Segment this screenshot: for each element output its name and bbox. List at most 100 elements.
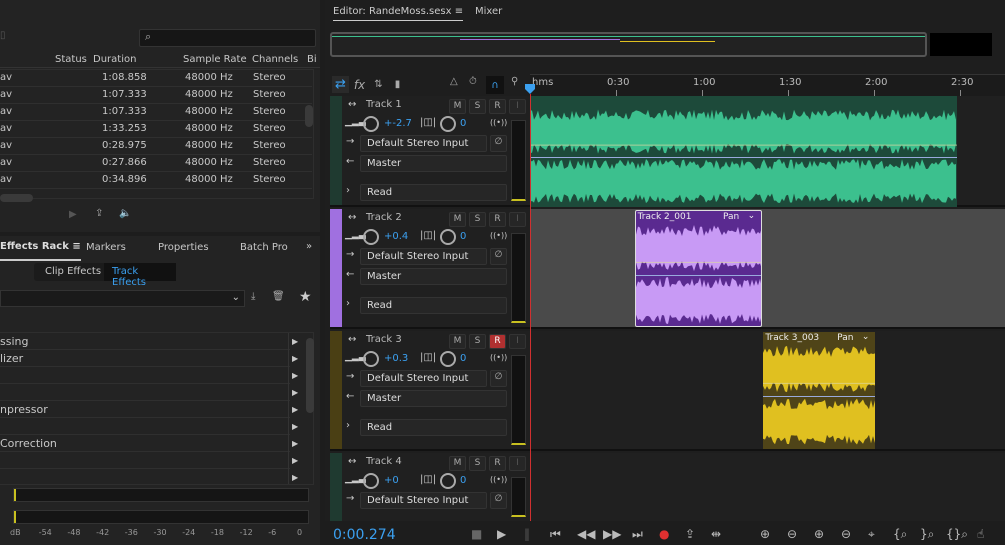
- track-lane[interactable]: [530, 453, 1005, 521]
- track-header[interactable]: ↔ Track 2 M S R I ▁▂▃ +0.4 |◫| 0 ((•)) →…: [330, 209, 530, 327]
- mute-button[interactable]: M: [449, 456, 466, 471]
- effect-slot[interactable]: ▶: [0, 367, 298, 384]
- automation-mode-select[interactable]: Read: [360, 419, 507, 436]
- track-lane[interactable]: [530, 209, 1005, 327]
- record-arm-button[interactable]: R: [489, 99, 506, 114]
- track-name[interactable]: Track 2: [366, 212, 402, 223]
- effect-slot[interactable]: lizer ▶: [0, 350, 298, 367]
- tab-mixer[interactable]: Mixer: [475, 6, 502, 17]
- record-icon[interactable]: ●: [659, 527, 669, 541]
- output-select[interactable]: Master: [360, 390, 507, 407]
- time-stretch-icon[interactable]: ⏱: [469, 76, 477, 87]
- go-to-start-icon[interactable]: ⏮: [550, 527, 561, 542]
- zoom-out-point-icon[interactable]: }⌕: [920, 527, 934, 542]
- zoom-track-icon[interactable]: ☝: [977, 527, 984, 541]
- effect-arrow-icon[interactable]: ▶: [288, 384, 298, 401]
- input-monitor-button[interactable]: I: [509, 99, 526, 114]
- track-drag-icon[interactable]: ↔: [348, 212, 356, 223]
- track-drag-icon[interactable]: ↔: [348, 99, 356, 110]
- metronome-icon[interactable]: △: [450, 76, 458, 87]
- expand-icon[interactable]: ›: [346, 420, 350, 431]
- record-arm-button[interactable]: R: [489, 212, 506, 227]
- snap-magnet-icon[interactable]: ∩: [486, 76, 504, 94]
- file-row[interactable]: av 1:07.333 48000 Hz Stereo: [0, 104, 312, 121]
- effect-arrow-icon[interactable]: ▶: [288, 367, 298, 384]
- clip-effects-button[interactable]: Clip Effects: [45, 266, 101, 277]
- mute-button[interactable]: M: [449, 212, 466, 227]
- volume-value[interactable]: +0.4: [384, 231, 408, 242]
- input-monitor-button[interactable]: I: [509, 212, 526, 227]
- file-row[interactable]: av 0:28.975 48000 Hz Stereo: [0, 138, 312, 155]
- tab-markers[interactable]: Markers: [86, 242, 126, 253]
- time-display[interactable]: 0:00.274: [333, 527, 396, 543]
- effect-arrow-icon[interactable]: ▶: [288, 469, 298, 484]
- effect-slot[interactable]: ▶: [0, 384, 298, 401]
- effect-arrow-icon[interactable]: ▶: [288, 452, 298, 469]
- file-row[interactable]: av 1:07.333 48000 Hz Stereo: [0, 87, 312, 104]
- toggle-io-icon[interactable]: ⇄: [332, 76, 349, 93]
- volume-knob[interactable]: [363, 351, 379, 367]
- track-name[interactable]: Track 1: [366, 99, 402, 110]
- preset-dropdown[interactable]: ⌄: [0, 290, 245, 307]
- input-select[interactable]: Default Stereo Input: [360, 135, 487, 152]
- input-monitor-button[interactable]: I: [509, 334, 526, 349]
- effect-slot[interactable]: ▶: [0, 469, 298, 484]
- zoom-out-amplitude-icon[interactable]: ⊖: [787, 527, 797, 541]
- volume-value[interactable]: +-2.7: [384, 118, 412, 129]
- pause-icon[interactable]: ‖: [524, 527, 530, 541]
- volume-knob[interactable]: [363, 116, 379, 132]
- trash-icon[interactable]: ▯: [0, 30, 6, 41]
- effect-arrow-icon[interactable]: ▶: [288, 435, 298, 452]
- audio-clip[interactable]: Track 2_001 Pan ⌄: [634, 210, 763, 327]
- record-arm-button[interactable]: R: [489, 334, 506, 349]
- phase-invert-icon[interactable]: ∅: [490, 370, 507, 387]
- col-sample-rate[interactable]: Sample Rate: [183, 54, 247, 65]
- zoom-in-amplitude-icon[interactable]: ⊕: [760, 527, 770, 541]
- clip-pan-dropdown[interactable]: Pan: [723, 212, 739, 222]
- col-status[interactable]: Status: [55, 54, 87, 65]
- pan-value[interactable]: 0: [460, 231, 466, 242]
- fast-forward-icon[interactable]: ▶▶: [603, 527, 621, 541]
- pan-value[interactable]: 0: [460, 118, 466, 129]
- output-select[interactable]: Master: [360, 268, 507, 285]
- col-channels[interactable]: Channels: [252, 54, 298, 65]
- phase-invert-icon[interactable]: ∅: [490, 248, 507, 265]
- overview-bar[interactable]: [330, 32, 927, 57]
- effect-slot[interactable]: ▶: [0, 452, 298, 469]
- tab-properties[interactable]: Properties: [158, 242, 209, 253]
- track-name[interactable]: Track 3: [366, 334, 402, 345]
- pan-knob[interactable]: [440, 116, 456, 132]
- favorite-star-icon[interactable]: ★: [299, 289, 312, 305]
- search-input[interactable]: ⌕: [139, 29, 316, 47]
- zoom-selection-icon[interactable]: {}⌕: [946, 527, 968, 542]
- fx-icon[interactable]: fx: [351, 76, 368, 93]
- zoom-in-time-icon[interactable]: ⊕: [814, 527, 824, 541]
- track-name[interactable]: Track 4: [366, 456, 402, 467]
- automation-mode-select[interactable]: Read: [360, 297, 507, 314]
- menu-icon[interactable]: ≡: [455, 6, 463, 17]
- track-header[interactable]: ↔ Track 4 M S R I ▁▂▃ +0 |◫| 0 ((•)) → D…: [330, 453, 530, 521]
- track-drag-icon[interactable]: ↔: [348, 334, 356, 345]
- play-icon[interactable]: ▶: [497, 527, 506, 541]
- pan-knob[interactable]: [440, 229, 456, 245]
- files-scrollbar-v[interactable]: [305, 105, 313, 127]
- effect-slot[interactable]: ssing ▶: [0, 333, 298, 350]
- play-preview-icon[interactable]: ▶: [69, 209, 77, 220]
- effect-arrow-icon[interactable]: ▶: [288, 418, 298, 435]
- input-monitor-button[interactable]: I: [509, 456, 526, 471]
- zoom-out-time-icon[interactable]: ⊖: [841, 527, 851, 541]
- input-select[interactable]: Default Stereo Input: [360, 370, 487, 387]
- time-ruler[interactable]: hms 0:30 1:00 1:30 2:00 2:30: [530, 74, 1005, 97]
- file-row[interactable]: av 1:33.253 48000 Hz Stereo: [0, 121, 312, 138]
- volume-value[interactable]: +0: [384, 475, 399, 486]
- rewind-icon[interactable]: ◀◀: [577, 527, 595, 541]
- mute-button[interactable]: M: [449, 99, 466, 114]
- loop-icon[interactable]: ⇪: [685, 527, 695, 541]
- effect-slot[interactable]: npressor ▶: [0, 401, 298, 418]
- volume-value[interactable]: +0.3: [384, 353, 408, 364]
- skip-selection-icon[interactable]: ⇹: [711, 527, 721, 541]
- zoom-full-icon[interactable]: ⌖: [868, 527, 875, 542]
- input-select[interactable]: Default Stereo Input: [360, 248, 487, 265]
- overflow-icon[interactable]: »: [306, 241, 312, 252]
- effect-arrow-icon[interactable]: ▶: [288, 350, 298, 367]
